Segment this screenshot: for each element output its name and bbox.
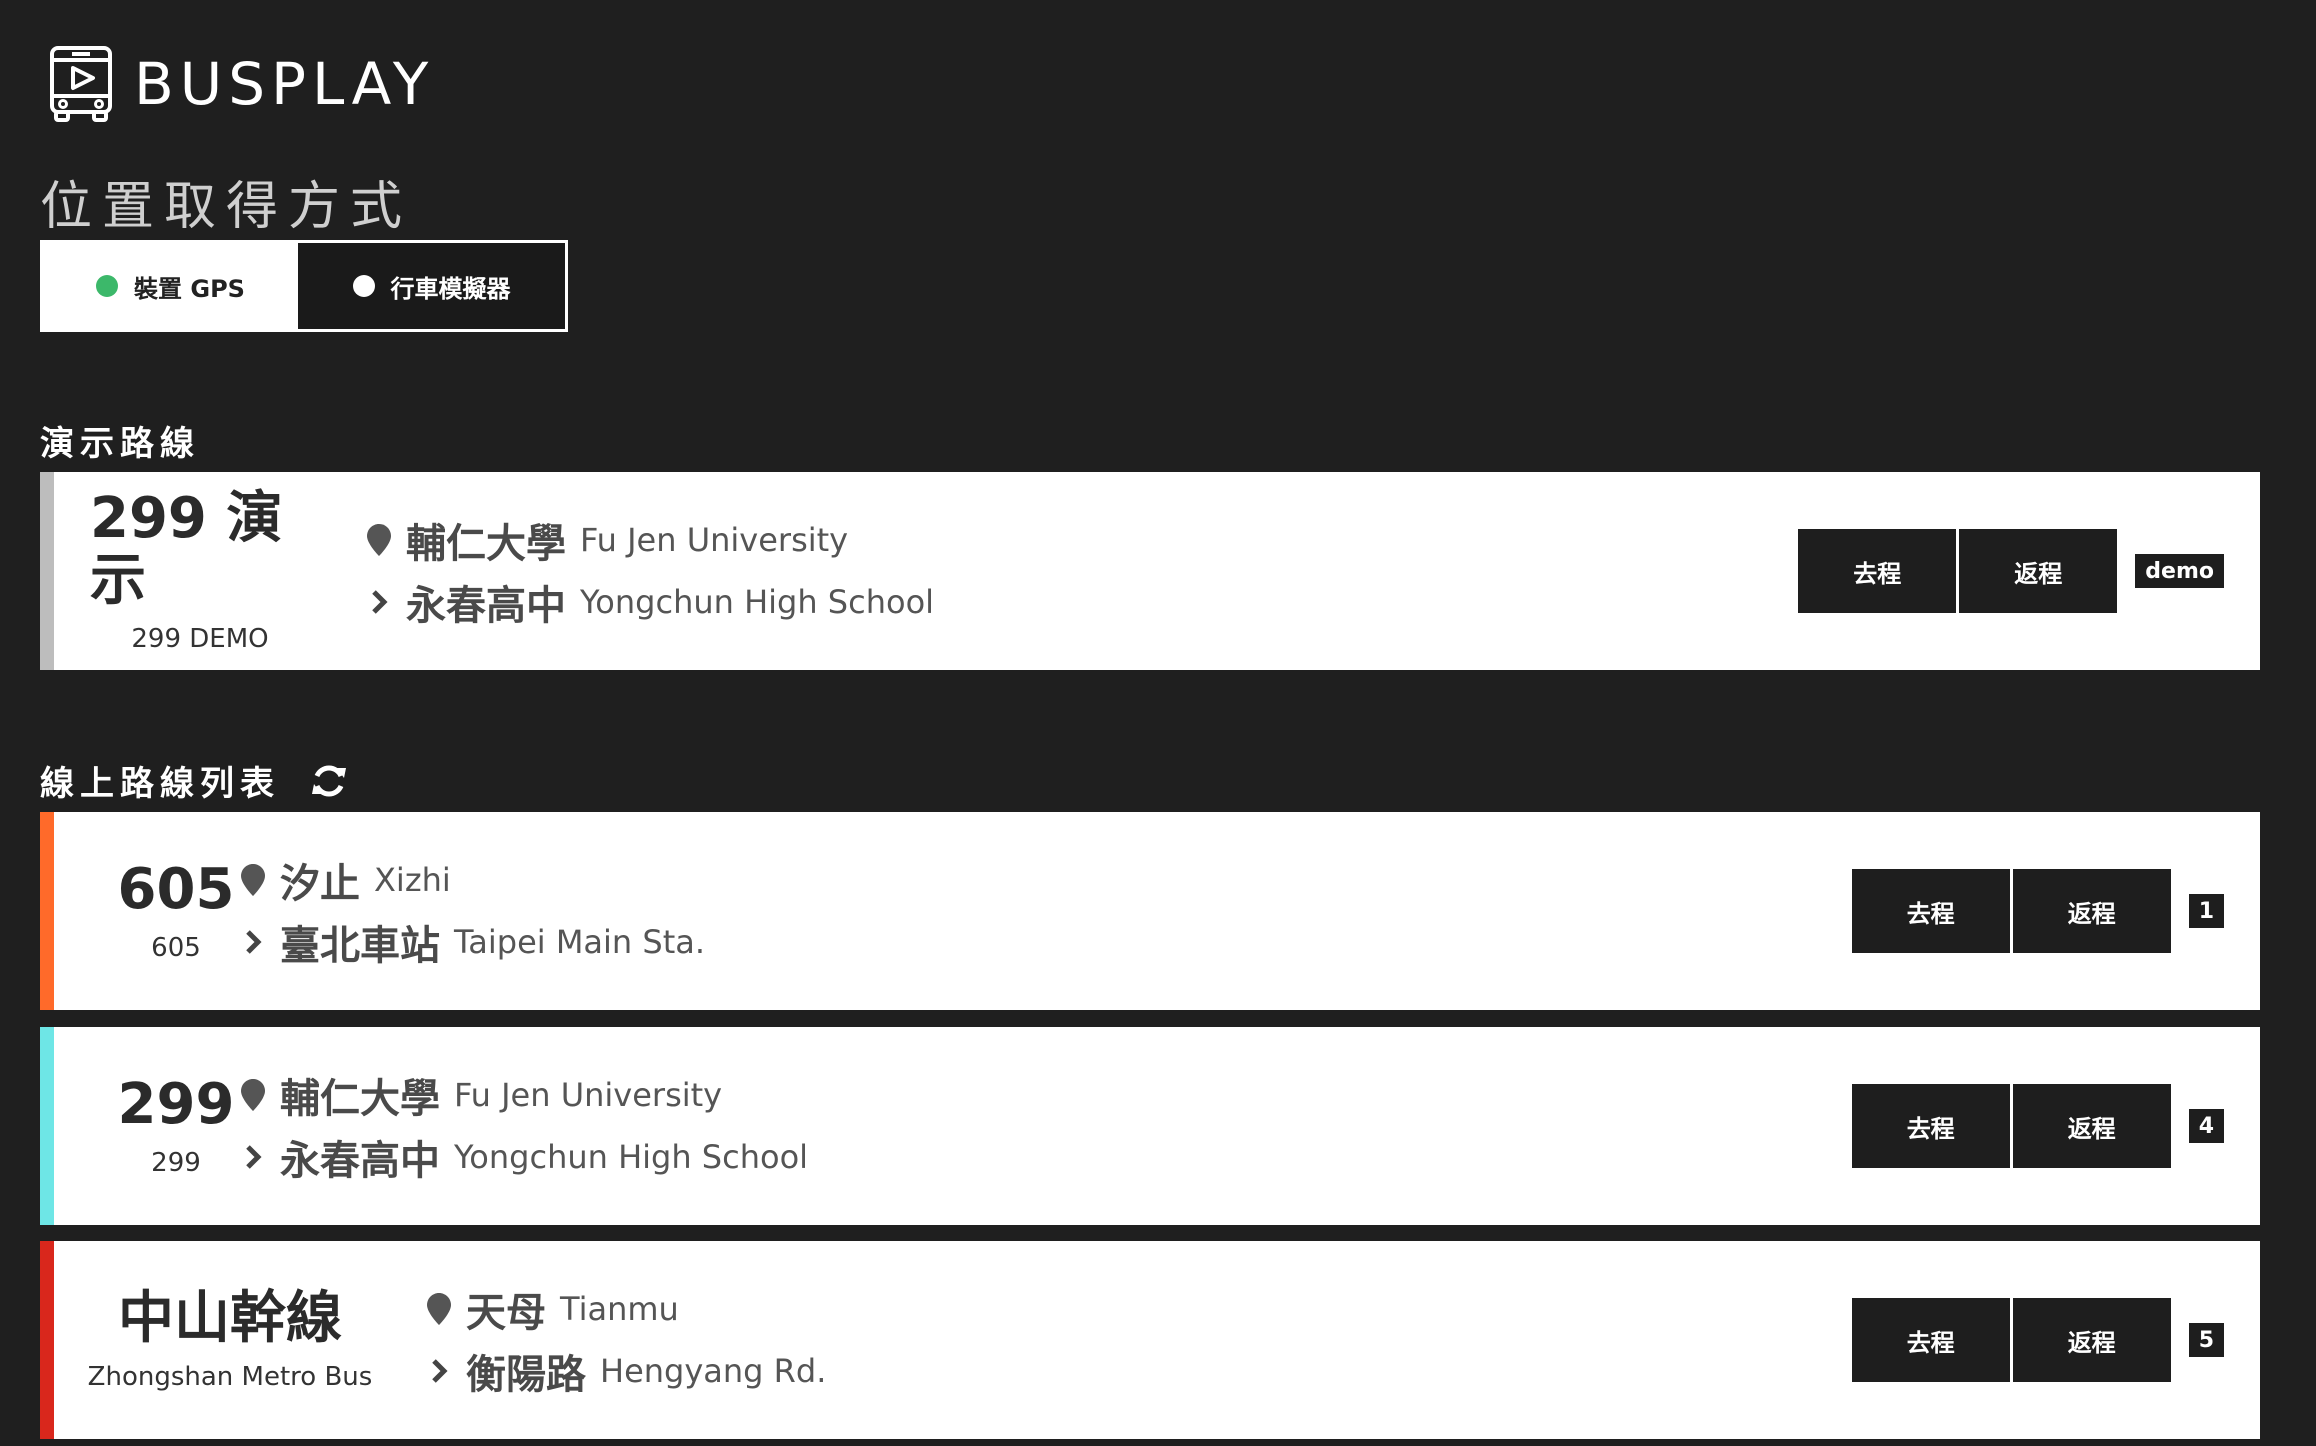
- route-stops: 天母 Tianmu 衡陽路 Hengyang Rd.: [426, 1278, 826, 1402]
- route-card: 605 605 汐止 Xizhi 臺北車站 Taipei Main Sta. 去…: [40, 812, 2260, 1010]
- route-actions: 去程 返程 4: [1851, 1027, 2224, 1225]
- route-card: 中山幹線 Zhongshan Metro Bus 天母 Tianmu 衡陽路 H…: [40, 1241, 2260, 1439]
- map-marker-icon: [426, 1293, 452, 1325]
- location-method-toggle: 裝置 GPS 行車模擬器: [40, 240, 568, 332]
- map-marker-icon: [240, 1079, 266, 1111]
- return-button[interactable]: 返程: [2012, 1084, 2171, 1168]
- simulator-option-label: 行車模擬器: [390, 274, 511, 303]
- gps-option-label: 裝置 GPS: [134, 274, 245, 303]
- route-destination: 永春高中 Yongchun High School: [240, 1126, 808, 1188]
- route-color-stripe: [40, 1027, 54, 1225]
- destination-en: Yongchun High School: [580, 583, 935, 621]
- route-color-stripe: [40, 472, 54, 670]
- route-name: 605: [117, 857, 235, 923]
- destination-zh: 臺北車站: [280, 923, 440, 969]
- simulator-option[interactable]: 行車模擬器: [298, 243, 565, 329]
- route-actions: 去程 返程 1: [1851, 812, 2224, 1010]
- app-header: BUSPLAY: [48, 44, 434, 124]
- gps-option[interactable]: 裝置 GPS: [43, 243, 298, 329]
- route-destination: 衡陽路 Hengyang Rd.: [426, 1340, 826, 1402]
- route-origin: 汐止 Xizhi: [240, 849, 705, 911]
- destination-zh: 永春高中: [280, 1138, 440, 1184]
- return-button[interactable]: 返程: [2012, 869, 2171, 953]
- origin-zh: 天母: [466, 1290, 546, 1336]
- demo-routes-heading: 演示路線: [40, 416, 200, 465]
- route-origin: 輔仁大學 Fu Jen University: [366, 509, 934, 571]
- route-badge: demo: [2135, 554, 2224, 588]
- route-stops: 輔仁大學 Fu Jen University 永春高中 Yongchun Hig…: [240, 1064, 808, 1188]
- route-origin: 天母 Tianmu: [426, 1278, 826, 1340]
- origin-en: Fu Jen University: [580, 521, 849, 559]
- origin-zh: 汐止: [280, 861, 360, 907]
- bus-play-logo-icon: [50, 46, 112, 122]
- route-name: 中山幹線: [118, 1286, 342, 1352]
- app-name: BUSPLAY: [134, 50, 435, 118]
- chevron-right-icon: [240, 1141, 266, 1173]
- outbound-button[interactable]: 去程: [1851, 869, 2010, 953]
- origin-zh: 輔仁大學: [406, 521, 566, 567]
- route-name: 299 演示: [90, 486, 283, 613]
- route-card: 299 299 輔仁大學 Fu Jen University 永春高中 Yong…: [40, 1027, 2260, 1225]
- page: BUSPLAY 位置取得方式 裝置 GPS 行車模擬器 演示路線 299 演示 …: [0, 0, 2316, 1446]
- origin-en: Tianmu: [560, 1290, 679, 1328]
- origin-en: Xizhi: [374, 861, 451, 899]
- route-stops: 輔仁大學 Fu Jen University 永春高中 Yongchun Hig…: [366, 509, 934, 633]
- map-marker-icon: [240, 864, 266, 896]
- online-routes-heading-text: 線上路線列表: [40, 764, 280, 804]
- demo-routes-heading-text: 演示路線: [40, 424, 200, 464]
- route-identity: 中山幹線 Zhongshan Metro Bus: [80, 1288, 380, 1392]
- return-button[interactable]: 返程: [2012, 1298, 2171, 1382]
- refresh-icon[interactable]: [310, 762, 348, 800]
- return-button[interactable]: 返程: [1959, 529, 2118, 613]
- route-subname: 605: [151, 932, 201, 963]
- destination-zh: 永春高中: [406, 583, 566, 629]
- route-badge: 4: [2188, 1109, 2224, 1143]
- online-routes-heading: 線上路線列表: [40, 756, 348, 805]
- route-destination: 臺北車站 Taipei Main Sta.: [240, 911, 705, 973]
- route-subname: 299: [151, 1147, 201, 1178]
- chevron-right-icon: [240, 926, 266, 958]
- route-subname: Zhongshan Metro Bus: [87, 1361, 373, 1392]
- route-origin: 輔仁大學 Fu Jen University: [240, 1064, 808, 1126]
- chevron-right-icon: [426, 1355, 452, 1387]
- route-color-stripe: [40, 1241, 54, 1439]
- destination-zh: 衡陽路: [466, 1352, 586, 1398]
- route-actions: 去程 返程 5: [1851, 1241, 2224, 1439]
- map-marker-icon: [366, 524, 392, 556]
- destination-en: Taipei Main Sta.: [454, 923, 706, 961]
- route-card-demo: 299 演示 299 DEMO 輔仁大學 Fu Jen University 永…: [40, 472, 2260, 670]
- destination-en: Hengyang Rd.: [600, 1352, 827, 1390]
- route-identity: 605 605: [90, 859, 262, 963]
- origin-zh: 輔仁大學: [280, 1076, 440, 1122]
- origin-en: Fu Jen University: [454, 1076, 723, 1114]
- route-badge: 1: [2188, 894, 2224, 928]
- chevron-right-icon: [366, 586, 392, 618]
- destination-en: Yongchun High School: [454, 1138, 809, 1176]
- outbound-button[interactable]: 去程: [1798, 529, 1957, 613]
- route-identity: 299 演示 299 DEMO: [90, 486, 310, 654]
- outbound-button[interactable]: 去程: [1851, 1298, 2010, 1382]
- location-method-title: 位置取得方式: [40, 177, 413, 237]
- route-destination: 永春高中 Yongchun High School: [366, 571, 934, 633]
- route-subname: 299 DEMO: [131, 623, 269, 654]
- route-color-stripe: [40, 812, 54, 1010]
- route-name: 299: [117, 1072, 235, 1138]
- route-stops: 汐止 Xizhi 臺北車站 Taipei Main Sta.: [240, 849, 705, 973]
- route-actions: 去程 返程 demo: [1798, 472, 2224, 670]
- route-badge: 5: [2188, 1323, 2224, 1357]
- simulator-status-dot-icon: [352, 275, 375, 297]
- route-identity: 299 299: [90, 1074, 262, 1178]
- gps-status-dot-icon: [96, 275, 119, 297]
- outbound-button[interactable]: 去程: [1851, 1084, 2010, 1168]
